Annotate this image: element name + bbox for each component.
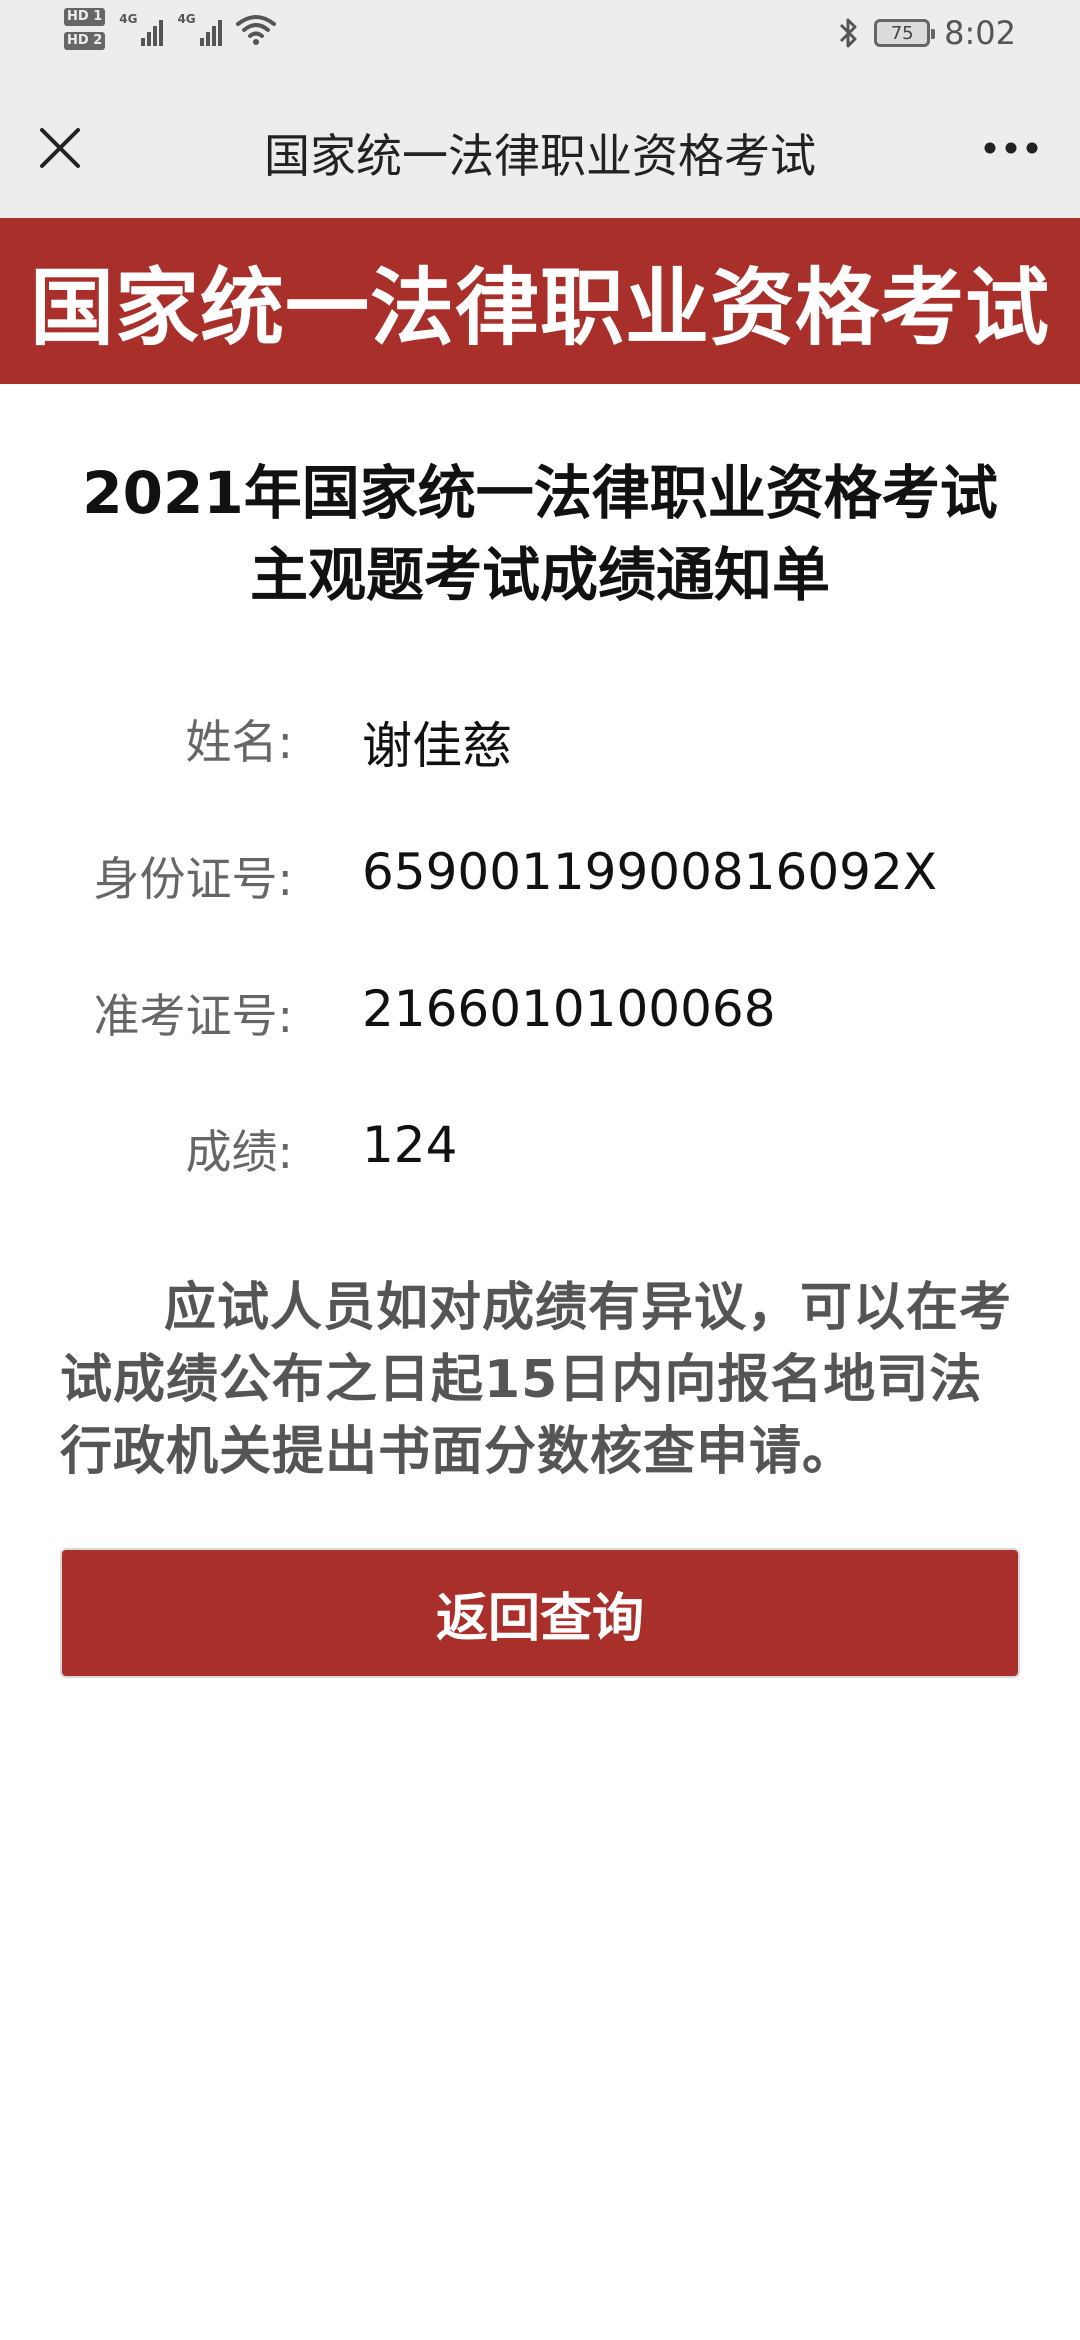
field-label: 姓名: [185,715,294,769]
nav-bar: 国家统一法律职业资格考试 [0,80,1080,218]
field-value-id-number: 65900119900816092X [362,843,938,901]
notice-text: 应试人员如对成绩有异议，可以在考试成绩公布之日起15日内向报名地司法行政机关提出… [60,1278,1013,1482]
signal-icon: 4G [119,12,164,46]
close-button[interactable] [30,118,90,178]
field-value-admission-number: 2166010100068 [362,980,776,1038]
sim1-indicator: HD 1 [64,8,106,26]
document-title: 2021年国家统一法律职业资格考试 主观题考试成绩通知单 [40,452,1040,616]
battery-level: 75 [890,22,914,44]
sim-indicators: HD 1 HD 2 [64,8,106,50]
sim2-label: HD 2 [64,32,106,50]
more-icon[interactable] [983,141,1039,155]
field-value-score: 124 [362,1116,458,1174]
close-icon[interactable] [38,126,82,170]
field-row-id-number: 身份证号: 65900119900816092X [0,843,1080,923]
sim1-label: HD 1 [64,8,106,26]
bluetooth-icon [840,18,857,48]
document-title-line1: 2021年国家统一法律职业资格考试 [82,459,998,527]
document-title-line2: 主观题考试成绩通知单 [249,541,830,609]
nav-title: 国家统一法律职业资格考试 [264,129,816,183]
sim2-indicator: HD 2 [64,32,106,50]
field-value-name: 谢佳慈 [362,717,512,775]
field-row-name: 姓名: 谢佳慈 [0,706,1080,786]
field-row-admission-number: 准考证号: 2166010100068 [0,980,1080,1060]
more-button[interactable] [976,120,1046,176]
status-time: 8:02 [944,14,1016,52]
signal-icon-2: 4G [177,12,222,46]
field-label: 身份证号: [93,852,294,906]
status-bar: HD 1 HD 2 4G 4G 75 8:02 [0,0,1080,80]
header-banner: 国家统一法律职业资格考试 [0,218,1080,384]
battery-icon: 75 [874,19,936,47]
status-bar-right: 75 8:02 [838,14,1016,52]
return-query-button[interactable]: 返回查询 [60,1548,1020,1678]
network2-label: 4G [177,12,196,26]
wifi-icon [235,15,276,45]
field-label: 准考证号: [93,989,294,1043]
field-label: 成绩: [185,1125,294,1179]
field-row-score: 成绩: 124 [0,1116,1080,1196]
status-bar-left: HD 1 HD 2 4G 4G [64,8,276,50]
network1-label: 4G [119,12,138,26]
banner-title: 国家统一法律职业资格考试 [29,258,1050,357]
